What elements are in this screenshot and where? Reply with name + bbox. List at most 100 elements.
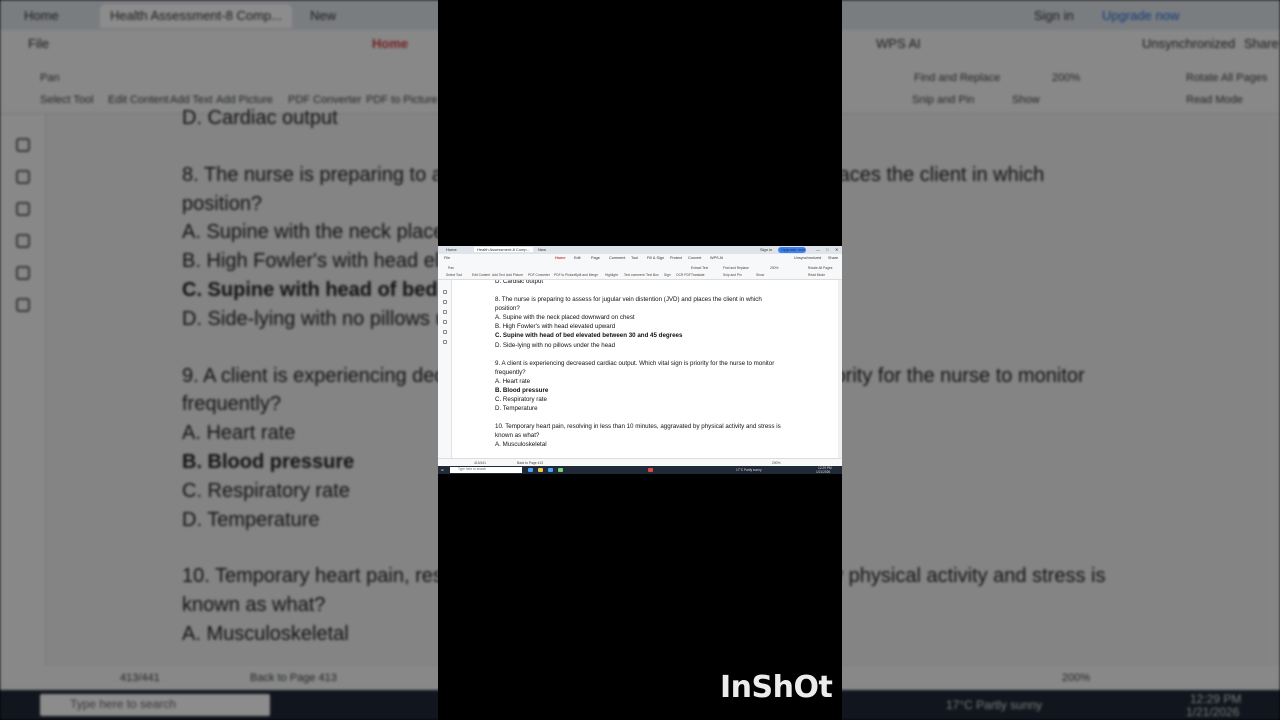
document-line: D. Cardiac output [495, 280, 544, 285]
clock-date[interactable]: 1/21/2026 [816, 470, 830, 474]
app-window: Home Health Assessment-8 Comp... New Sig… [438, 246, 842, 474]
document-line: D. Temperature [495, 405, 538, 413]
weather-widget[interactable]: 17°C Partly sunny [736, 468, 762, 472]
chrome-icon[interactable] [558, 468, 563, 472]
select-tool[interactable]: Select Tool [446, 273, 462, 277]
document-line: known as what? [495, 432, 540, 440]
comment-icon[interactable] [443, 310, 447, 314]
layers-icon [16, 298, 30, 312]
vertical-scrollbar[interactable] [838, 280, 842, 458]
bg-sign-in: Sign in [1034, 8, 1074, 23]
menu-page[interactable]: Page [591, 256, 600, 260]
menu-convert[interactable]: Convert [688, 256, 701, 260]
document-line: A. Supine with the neck placed downward … [495, 314, 635, 322]
ribbon-toolbar: Pan Select Tool Edit Content Add Text Ad… [438, 262, 842, 280]
pdf-to-picture-button[interactable]: PDF to Picture [554, 273, 575, 277]
extract-text-button[interactable]: Extract Text [691, 266, 708, 270]
bookmark-icon[interactable] [443, 290, 447, 294]
signature-icon[interactable] [443, 330, 447, 334]
text-comment-button[interactable]: Text comment [624, 273, 645, 277]
comment-icon [16, 202, 30, 216]
page-indicator[interactable]: 413/441 [474, 461, 486, 465]
bg-tab-document: Health Assessment-8 Comp... [100, 4, 292, 28]
bg-menu-file: File [28, 36, 49, 51]
share-button[interactable]: Share [828, 256, 838, 260]
rotate-pages-button[interactable]: Rotate All Pages [808, 266, 832, 270]
menu-home[interactable]: Home [555, 256, 566, 260]
highlight-button[interactable]: Highlight [605, 273, 618, 277]
layers-icon[interactable] [443, 340, 447, 344]
bg-menu-wps-ai: WPS AI [876, 36, 921, 51]
document-text: D. Cardiac output 8. The nurse is prepari… [495, 280, 781, 450]
file-explorer-icon[interactable] [538, 468, 543, 472]
edge-icon[interactable] [548, 468, 553, 472]
status-bar: 413/441 Back to Page 413 200% [438, 458, 842, 466]
tab-document[interactable]: Health Assessment-8 Comp... [474, 247, 533, 252]
bg-time: 12:29 PM [1190, 692, 1242, 706]
sign-button[interactable]: Sign [664, 273, 671, 277]
tab-home[interactable]: Home [446, 247, 457, 252]
zoom-select[interactable]: 200% [770, 266, 778, 270]
document-line: C. Respiratory rate [495, 396, 547, 404]
bg-page-indicator: 413/441 [120, 672, 160, 684]
add-text-button[interactable]: Add Text [492, 273, 505, 277]
find-replace-button[interactable]: Find and Replace [723, 266, 749, 270]
taskbar-search[interactable]: Type here to search [450, 467, 522, 473]
upgrade-button[interactable]: Upgrade now [778, 247, 806, 253]
document-line: 9. A client is experiencing decreased ca… [495, 359, 775, 367]
windows-taskbar: ⊞ Type here to search 17°C Partly sunny … [438, 466, 842, 474]
back-to-page-link[interactable]: Back to Page 413 [517, 461, 543, 465]
show-button[interactable]: Show [756, 273, 764, 277]
close-icon[interactable]: ✕ [835, 247, 838, 252]
attachment-icon[interactable] [443, 320, 447, 324]
left-sidebar [438, 280, 452, 458]
bg-ribbon-read: Read Mode [1186, 94, 1243, 106]
ocr-pdf-button[interactable]: OCR PDF [676, 273, 691, 277]
bg-ribbon-rotate: Rotate All Pages [1186, 72, 1268, 84]
menu-comment[interactable]: Comment [609, 256, 625, 260]
menu-tool[interactable]: Tool [631, 256, 638, 260]
bg-back-to-page: Back to Page 413 [250, 672, 337, 684]
minimize-icon[interactable]: — [816, 247, 820, 252]
split-merge-button[interactable]: Split and Merge [575, 273, 598, 277]
windows-start-icon[interactable]: ⊞ [441, 468, 444, 472]
tab-new[interactable]: New [538, 247, 546, 252]
edit-content-button[interactable]: Edit Content [472, 273, 490, 277]
document-line: B. Blood pressure [495, 386, 549, 394]
text-box-button[interactable]: Text Box [646, 273, 659, 277]
document-line: D. Side-lying with no pillows under the … [495, 341, 616, 349]
zoom-level[interactable]: 200% [772, 461, 780, 465]
sync-status: Unsynchronized [794, 256, 822, 260]
document-line: 10. Temporary heart pain, resolving in l… [495, 423, 781, 431]
read-mode-button[interactable]: Read Mode [808, 273, 825, 277]
task-view-icon[interactable] [528, 468, 533, 472]
add-picture-button[interactable]: Add Picture [506, 273, 523, 277]
tab-bar: Home Health Assessment-8 Comp... New Sig… [438, 246, 842, 254]
menu-wps-ai[interactable]: WPS AI [710, 256, 723, 260]
snip-pin-button[interactable]: Snip and Pin [723, 273, 742, 277]
thumbnail-icon[interactable] [443, 300, 447, 304]
document-line: A. Musculoskeletal [495, 441, 547, 449]
bg-left-sidebar [0, 114, 46, 666]
thumbnail-icon [16, 170, 30, 184]
menu-protect[interactable]: Protect [670, 256, 682, 260]
maximize-icon[interactable]: □ [826, 247, 828, 252]
bg-share: Share [1244, 36, 1279, 51]
bg-ribbon-select: Select Tool [40, 94, 94, 106]
menu-bar: File Home Edit Page Comment Tool Fill & … [438, 254, 842, 262]
document-view[interactable]: D. Cardiac output 8. The nurse is prepari… [452, 280, 838, 458]
menu-file[interactable]: File [444, 256, 450, 260]
menu-fill-sign[interactable]: Fill & Sign [647, 256, 664, 260]
pan-tool[interactable]: Pan [448, 266, 454, 270]
bg-taskbar-search: Type here to search [40, 694, 270, 716]
bg-sync-status: Unsynchronized [1142, 36, 1236, 51]
document-line: B. High Fowler's with head elevated upwa… [495, 323, 616, 331]
pdf-converter-button[interactable]: PDF Converter [528, 273, 550, 277]
bookmark-icon [16, 138, 30, 152]
menu-edit[interactable]: Edit [574, 256, 581, 260]
document-line: A. Heart rate [495, 377, 531, 385]
sign-in-link[interactable]: Sign in [760, 247, 772, 252]
wps-pdf-icon[interactable] [648, 468, 653, 472]
translate-button[interactable]: Translate [691, 273, 705, 277]
bg-upgrade: Upgrade now [1102, 8, 1180, 23]
